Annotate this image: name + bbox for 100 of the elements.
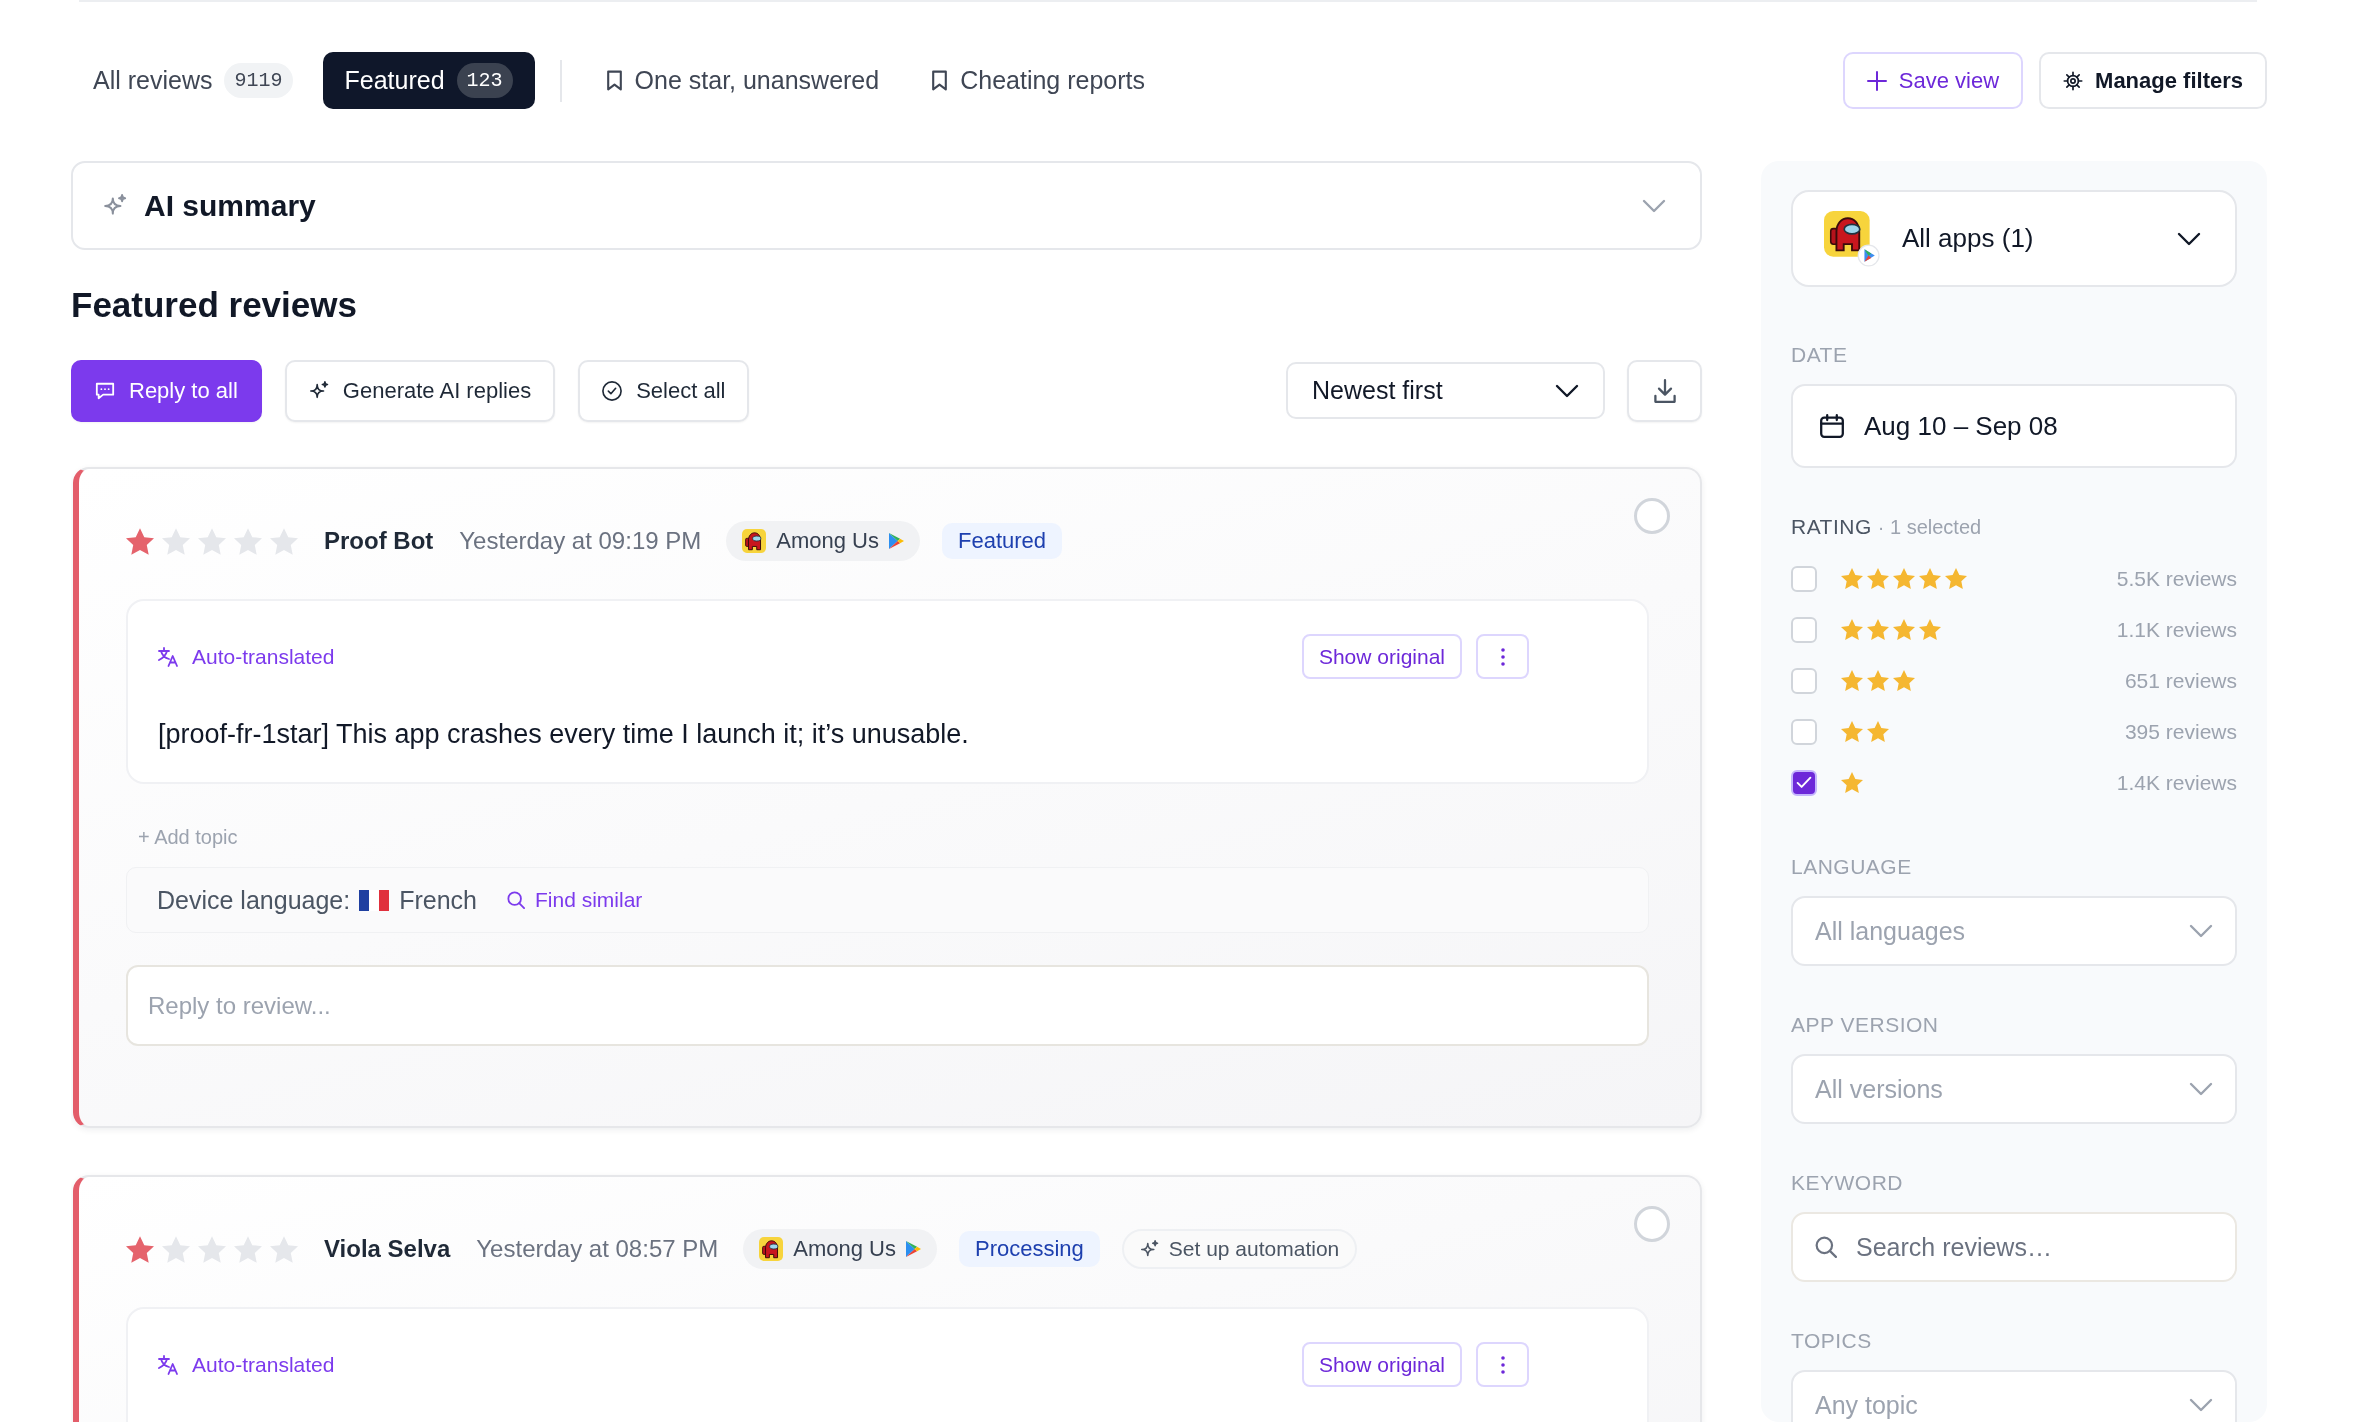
star-icon bbox=[162, 1235, 190, 1263]
author-name: Proof Bot bbox=[324, 527, 434, 555]
device-language-label: Device language: bbox=[157, 885, 351, 915]
chat-bubble-icon bbox=[95, 380, 115, 401]
chevron-down-icon bbox=[2189, 1398, 2213, 1412]
manage-filters-button[interactable]: Manage filters bbox=[2039, 52, 2267, 109]
star-icon bbox=[1945, 568, 1967, 589]
star-icon bbox=[270, 1235, 298, 1263]
find-similar-link[interactable]: Find similar bbox=[507, 888, 643, 912]
search-field[interactable]: Search reviews… bbox=[1791, 1212, 2237, 1282]
sparkle-icon bbox=[1139, 1239, 1159, 1259]
save-view-button[interactable]: Save view bbox=[1842, 52, 2024, 109]
review-count: 395 reviews bbox=[2124, 719, 2237, 744]
tab[interactable]: Featured 123 bbox=[322, 52, 535, 109]
star-icon bbox=[1893, 568, 1915, 589]
status-badge: Featured bbox=[941, 523, 1063, 559]
star-icon bbox=[1867, 721, 1889, 742]
download-button[interactable] bbox=[1627, 359, 1702, 422]
rating-checkbox[interactable] bbox=[1791, 667, 1817, 694]
review-time: Yesterday at 09:19 PM bbox=[459, 527, 702, 555]
translation-label: Auto-translated bbox=[192, 1352, 335, 1377]
status-badge: Processing bbox=[958, 1231, 1100, 1267]
show-original-button[interactable]: Show original bbox=[1301, 1342, 1462, 1387]
star-icon bbox=[1919, 619, 1941, 640]
star-icon bbox=[234, 527, 262, 555]
rating-checkbox[interactable] bbox=[1791, 769, 1817, 796]
download-icon bbox=[1652, 378, 1677, 403]
rating-checkbox[interactable] bbox=[1791, 565, 1817, 592]
star-icon bbox=[1867, 568, 1889, 589]
reply-field[interactable]: Reply to review... bbox=[126, 965, 1649, 1046]
review-time: Yesterday at 08:57 PM bbox=[476, 1235, 719, 1263]
select-all-button[interactable]: Select all bbox=[578, 359, 750, 422]
search-icon bbox=[507, 891, 525, 909]
ai-summary-toggle[interactable]: AI summary bbox=[71, 161, 1702, 250]
translate-icon bbox=[158, 1354, 178, 1375]
more-button[interactable] bbox=[1476, 634, 1529, 679]
date-range-field[interactable]: Aug 10 – Sep 08 bbox=[1791, 384, 2237, 468]
generate-replies-button[interactable]: Generate AI replies bbox=[284, 359, 556, 422]
sparkle-icon bbox=[103, 193, 127, 218]
tab[interactable]: One star, unanswered bbox=[583, 52, 902, 109]
chevron-down-icon bbox=[2189, 924, 2213, 938]
star-icon bbox=[1841, 568, 1863, 589]
reply-all-button[interactable]: Reply to all bbox=[71, 359, 262, 422]
search-icon bbox=[1815, 1236, 1837, 1258]
star-icon bbox=[1867, 670, 1889, 691]
section-heading: Featured reviews bbox=[71, 285, 358, 325]
sort-dropdown[interactable]: Newest first bbox=[1286, 362, 1605, 419]
chevron-down-icon bbox=[1642, 198, 1666, 213]
flag-icon bbox=[359, 889, 390, 911]
translation-label: Auto-translated bbox=[192, 644, 335, 669]
app-dropdown[interactable]: All apps (1) bbox=[1791, 190, 2237, 287]
bookmark-icon bbox=[931, 70, 949, 91]
rating-checkbox[interactable] bbox=[1791, 616, 1817, 643]
star-icon bbox=[162, 527, 190, 555]
star-icon bbox=[126, 1235, 154, 1263]
star-icon bbox=[270, 527, 298, 555]
show-original-button[interactable]: Show original bbox=[1301, 634, 1462, 679]
star-icon bbox=[198, 527, 226, 555]
translate-icon bbox=[158, 646, 178, 667]
automation-button[interactable]: Set up automation bbox=[1121, 1229, 1358, 1269]
review-count: 1.1K reviews bbox=[2116, 617, 2237, 642]
more-button[interactable] bbox=[1476, 1342, 1529, 1387]
sparkle-icon bbox=[308, 380, 329, 401]
tab[interactable]: Cheating reports bbox=[909, 52, 1167, 109]
vertical-dots-icon bbox=[1500, 1355, 1505, 1374]
star-icon bbox=[1919, 568, 1941, 589]
count-badge: 123 bbox=[456, 63, 513, 98]
select-circle[interactable] bbox=[1634, 1206, 1670, 1242]
select-circle[interactable] bbox=[1634, 498, 1670, 534]
app-icon bbox=[742, 529, 767, 553]
vertical-dots-icon bbox=[1500, 647, 1505, 666]
star-icon bbox=[1893, 670, 1915, 691]
star-icon bbox=[1841, 619, 1863, 640]
language-name: French bbox=[399, 885, 477, 915]
play-triangle-icon bbox=[905, 1241, 921, 1257]
filter-label: APP VERSION bbox=[1791, 1013, 1940, 1037]
star-icon bbox=[234, 1235, 262, 1263]
review-count: 651 reviews bbox=[2124, 668, 2237, 693]
star-icon bbox=[126, 527, 154, 555]
chevron-down-icon bbox=[2177, 231, 2201, 246]
app-name: Among Us bbox=[776, 528, 879, 554]
star-icon bbox=[1841, 772, 1863, 793]
author-name: Viola Selva bbox=[324, 1235, 451, 1263]
filter-label: TOPICS bbox=[1791, 1329, 1873, 1353]
app-icon bbox=[759, 1237, 784, 1261]
review-count: 1.4K reviews bbox=[2116, 770, 2237, 795]
filter-label: LANGUAGE bbox=[1791, 855, 1913, 879]
count-badge: 9119 bbox=[224, 63, 293, 98]
chevron-down-icon bbox=[1555, 383, 1579, 398]
chevron-down-icon bbox=[2189, 1082, 2213, 1096]
plus-icon bbox=[1866, 70, 1887, 91]
calendar-icon bbox=[1820, 414, 1844, 438]
filter-label: RATING bbox=[1791, 515, 1872, 539]
app-icon bbox=[1824, 210, 1880, 267]
settings-icon bbox=[2063, 70, 2084, 91]
selection-count: · 1 selected bbox=[1877, 516, 1982, 539]
tab[interactable]: All reviews 9119 bbox=[71, 52, 315, 109]
rating-checkbox[interactable] bbox=[1791, 718, 1817, 745]
filter-label: DATE bbox=[1791, 343, 1849, 367]
bookmark-icon bbox=[605, 70, 623, 91]
